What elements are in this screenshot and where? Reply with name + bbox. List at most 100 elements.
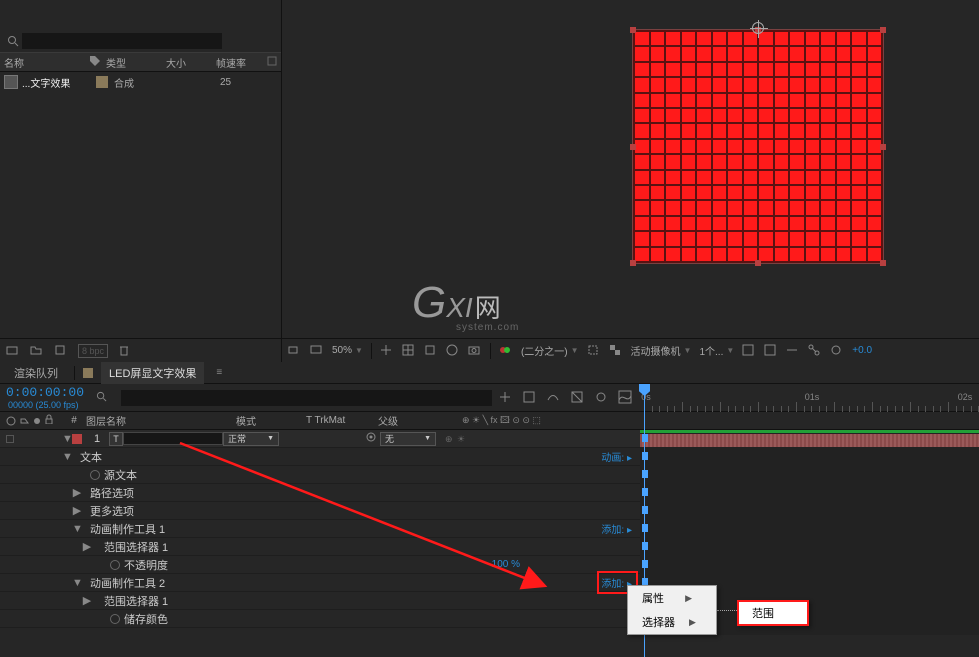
views-dropdown[interactable]: 1个...▼ bbox=[699, 343, 734, 358]
hide-shy-icon[interactable] bbox=[546, 390, 562, 406]
parent-dropdown[interactable]: 无▼ bbox=[380, 432, 436, 446]
prop-animator-1[interactable]: ▼ 动画制作工具 1 添加: ▸ bbox=[0, 520, 640, 538]
timecode[interactable]: 0:00:00:00 bbox=[6, 385, 84, 400]
col-trkmat[interactable]: T TrkMat bbox=[306, 415, 378, 426]
graph-editor-icon[interactable] bbox=[618, 390, 634, 406]
tab-render-queue[interactable]: 渲染队列 bbox=[6, 362, 66, 384]
flowchart-icon[interactable] bbox=[808, 344, 822, 358]
col-layer-name[interactable]: 图层名称 bbox=[86, 413, 236, 428]
work-area-bar[interactable] bbox=[640, 430, 979, 433]
add-menu-icon[interactable]: ▸ bbox=[627, 453, 632, 464]
folder-icon[interactable] bbox=[30, 344, 44, 358]
label-color[interactable] bbox=[96, 76, 108, 88]
twirl-icon[interactable]: ▼ bbox=[72, 577, 82, 589]
project-search-input[interactable] bbox=[22, 33, 222, 49]
layer-row-1[interactable]: ▼ 1 T 正常▼ 无▼ ⊕☀ bbox=[0, 430, 640, 448]
interpret-icon[interactable] bbox=[6, 344, 20, 358]
bpc-button[interactable]: 8 bpc bbox=[78, 344, 108, 358]
resolution-dropdown[interactable]: (二分之一)▼ bbox=[521, 343, 579, 358]
handle-tr[interactable] bbox=[880, 27, 886, 33]
draft3d-icon[interactable] bbox=[522, 390, 538, 406]
menu-item-property[interactable]: 属性▶ bbox=[628, 586, 716, 610]
handle-br[interactable] bbox=[880, 260, 886, 266]
frame-blend-icon[interactable] bbox=[570, 390, 586, 406]
layer-color[interactable] bbox=[72, 434, 82, 444]
layer-switches[interactable]: ⊕☀ bbox=[445, 434, 640, 444]
trash-icon[interactable] bbox=[118, 344, 132, 358]
res-icon[interactable] bbox=[380, 344, 394, 358]
prop-opacity[interactable]: 不透明度 100 % bbox=[0, 556, 640, 574]
menu-item-range[interactable]: 范围 bbox=[738, 601, 808, 625]
time-ruler[interactable]: 0s 01s 02s bbox=[640, 384, 979, 412]
layer-bar[interactable] bbox=[640, 434, 979, 447]
handle-ml[interactable] bbox=[630, 144, 636, 150]
time-icon[interactable] bbox=[446, 344, 460, 358]
watermark: GXI网 system.com bbox=[412, 278, 519, 333]
tab-comp[interactable]: LED屏显文字效果 bbox=[101, 362, 204, 384]
prop-path-options[interactable]: ▶ 路径选项 bbox=[0, 484, 640, 502]
tab-menu-icon[interactable]: ≡ bbox=[216, 367, 222, 378]
video-toggle[interactable] bbox=[6, 435, 14, 443]
snapshot-icon[interactable] bbox=[468, 344, 482, 358]
channel-icon[interactable] bbox=[499, 344, 513, 358]
twirl-icon[interactable]: ▼ bbox=[62, 451, 72, 463]
twirl-icon[interactable]: ▼ bbox=[72, 523, 82, 535]
col-type[interactable]: 类型 bbox=[106, 55, 166, 70]
layer-name-field[interactable] bbox=[123, 432, 223, 445]
new-comp-icon[interactable] bbox=[54, 344, 68, 358]
fast-preview-icon[interactable] bbox=[764, 344, 778, 358]
prop-source-text[interactable]: 源文本 bbox=[0, 466, 640, 484]
prop-save-color[interactable]: 储存颜色 bbox=[0, 610, 640, 628]
comp-mini-flowchart-icon[interactable] bbox=[498, 390, 514, 406]
camera-dropdown[interactable]: 活动摄像机▼ bbox=[631, 343, 692, 358]
handle-bl[interactable] bbox=[630, 260, 636, 266]
handle-mr[interactable] bbox=[880, 144, 886, 150]
magnify-icon[interactable] bbox=[288, 344, 302, 358]
prop-more-options[interactable]: ▶ 更多选项 bbox=[0, 502, 640, 520]
roi-icon[interactable] bbox=[587, 344, 601, 358]
twirl-icon[interactable]: ▶ bbox=[82, 540, 92, 553]
col-parent[interactable]: 父级 bbox=[378, 413, 458, 428]
blend-mode-dropdown[interactable]: 正常▼ bbox=[223, 432, 279, 446]
col-size[interactable]: 大小 bbox=[166, 55, 216, 70]
timeline-search-input[interactable] bbox=[121, 390, 492, 406]
grid-icon[interactable] bbox=[402, 344, 416, 358]
col-fps[interactable]: 帧速率 bbox=[216, 55, 266, 70]
stopwatch-icon[interactable] bbox=[90, 470, 100, 480]
col-mode[interactable]: 模式 bbox=[236, 413, 306, 428]
comp-layer-selection[interactable] bbox=[633, 30, 883, 263]
anchor-point[interactable] bbox=[752, 22, 764, 34]
add-menu-icon[interactable]: ▸ bbox=[627, 525, 632, 536]
mask-icon[interactable] bbox=[424, 344, 438, 358]
prop-range-selector-1[interactable]: ▶ 范围选择器 1 bbox=[0, 538, 640, 556]
pickwhip-icon[interactable] bbox=[365, 431, 377, 446]
motion-blur-icon[interactable] bbox=[594, 390, 610, 406]
prop-range-selector-2[interactable]: ▶ 范围选择器 1 bbox=[0, 592, 640, 610]
zoom-dropdown[interactable]: 50%▼ bbox=[332, 345, 363, 356]
opacity-value[interactable]: 100 % bbox=[492, 559, 520, 570]
reset-exp-icon[interactable] bbox=[830, 344, 844, 358]
prop-text[interactable]: ▼ 文本 动画: ▸ bbox=[0, 448, 640, 466]
settings-icon[interactable] bbox=[267, 56, 277, 69]
stopwatch-icon[interactable] bbox=[110, 614, 120, 624]
handle-tl[interactable] bbox=[630, 27, 636, 33]
stopwatch-icon[interactable] bbox=[110, 560, 120, 570]
exposure-value[interactable]: +0.0 bbox=[852, 345, 872, 356]
pixel-aspect-icon[interactable] bbox=[742, 344, 756, 358]
screen-icon[interactable] bbox=[310, 344, 324, 358]
timeline-icon[interactable] bbox=[786, 344, 800, 358]
context-menu[interactable]: 属性▶ 选择器▶ bbox=[627, 585, 717, 635]
add-link[interactable]: 添加: ▸ bbox=[601, 521, 632, 536]
prop-animator-2[interactable]: ▼ 动画制作工具 2 添加: ▸ bbox=[0, 574, 640, 592]
project-item-row[interactable]: ...文字效果 合成 25 bbox=[0, 72, 281, 92]
transparency-icon[interactable] bbox=[609, 344, 623, 358]
handle-bc[interactable] bbox=[755, 260, 761, 266]
twirl-icon[interactable]: ▶ bbox=[82, 594, 92, 607]
twirl-icon[interactable]: ▶ bbox=[72, 486, 82, 499]
animate-link[interactable]: 动画: ▸ bbox=[601, 449, 632, 464]
context-submenu[interactable]: 范围 bbox=[737, 600, 809, 626]
menu-item-selector[interactable]: 选择器▶ bbox=[628, 610, 716, 634]
twirl-icon[interactable]: ▼ bbox=[62, 433, 72, 445]
col-name[interactable]: 名称 bbox=[4, 55, 90, 70]
twirl-icon[interactable]: ▶ bbox=[72, 504, 82, 517]
